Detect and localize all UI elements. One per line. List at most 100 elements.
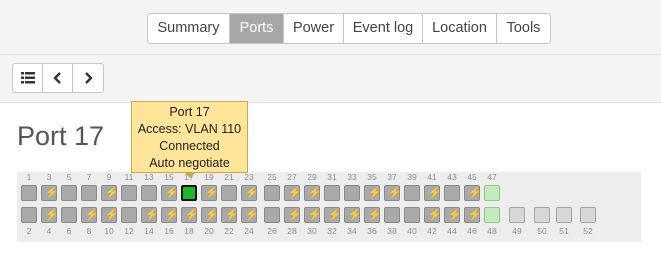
port-number-label: 36 — [367, 226, 377, 236]
port-16[interactable]: ⚡ — [161, 207, 179, 223]
port-3[interactable]: ⚡ — [41, 185, 59, 201]
port-31[interactable] — [324, 185, 340, 201]
poe-bolt-icon: ⚡ — [105, 209, 119, 221]
port-30[interactable]: ⚡ — [304, 207, 322, 223]
port-38[interactable] — [384, 207, 400, 223]
port-25[interactable] — [264, 185, 280, 201]
chevron-right-icon — [85, 72, 93, 84]
port-19[interactable]: ⚡ — [201, 185, 219, 201]
tab-location[interactable]: Location — [423, 14, 497, 43]
port-45[interactable]: ⚡ — [464, 185, 482, 201]
tab-summary[interactable]: Summary — [148, 14, 230, 43]
port-10[interactable]: ⚡ — [101, 207, 119, 223]
poe-bolt-icon: ⚡ — [45, 209, 59, 221]
port-39[interactable] — [404, 185, 420, 201]
port-20[interactable]: ⚡ — [201, 207, 219, 223]
tab-power[interactable]: Power — [284, 14, 344, 43]
port-50[interactable] — [534, 207, 550, 223]
port-4[interactable]: ⚡ — [41, 207, 59, 223]
port-32[interactable]: ⚡ — [324, 207, 342, 223]
port-15[interactable]: ⚡ — [161, 185, 179, 201]
tooltip-port-name: Port 17 — [169, 105, 210, 119]
port-40[interactable] — [404, 207, 420, 223]
tab-ports[interactable]: Ports — [230, 14, 284, 43]
port-number-label: 19 — [204, 172, 214, 182]
poe-bolt-icon: ⚡ — [185, 209, 199, 221]
port-29[interactable]: ⚡ — [304, 185, 322, 201]
port-22[interactable]: ⚡ — [221, 207, 239, 223]
port-17[interactable] — [181, 185, 197, 201]
port-2[interactable] — [21, 207, 37, 223]
port-26[interactable] — [264, 207, 280, 223]
poe-bolt-icon: ⚡ — [165, 209, 179, 221]
port-number-label: 16 — [164, 226, 174, 236]
port-8[interactable]: ⚡ — [81, 207, 99, 223]
port-47[interactable] — [484, 185, 500, 201]
port-33[interactable] — [344, 185, 360, 201]
port-number-label: 48 — [487, 226, 497, 236]
port-42[interactable]: ⚡ — [424, 207, 442, 223]
port-28[interactable]: ⚡ — [284, 207, 302, 223]
port-9[interactable]: ⚡ — [101, 185, 119, 201]
port-36[interactable]: ⚡ — [364, 207, 382, 223]
port-12[interactable] — [121, 207, 137, 223]
port-number-label: 20 — [204, 226, 214, 236]
port-number-label: 22 — [224, 226, 234, 236]
port-21[interactable] — [221, 185, 237, 201]
port-number-label: 11 — [124, 172, 134, 182]
tab-event-log[interactable]: Event log — [344, 14, 423, 43]
port-27[interactable]: ⚡ — [284, 185, 302, 201]
next-button[interactable] — [73, 64, 103, 92]
poe-bolt-icon: ⚡ — [288, 187, 302, 199]
port-51[interactable] — [556, 207, 572, 223]
port-44[interactable]: ⚡ — [444, 207, 462, 223]
port-14[interactable]: ⚡ — [141, 207, 159, 223]
port-37[interactable]: ⚡ — [384, 185, 402, 201]
port-41[interactable]: ⚡ — [424, 185, 442, 201]
port-34[interactable]: ⚡ — [344, 207, 362, 223]
port-number-label: 25 — [267, 172, 277, 182]
poe-bolt-icon: ⚡ — [288, 209, 302, 221]
chevron-left-icon — [52, 72, 61, 84]
port-number-label: 44 — [447, 226, 457, 236]
tab-tools[interactable]: Tools — [497, 14, 550, 43]
port-13[interactable] — [141, 185, 157, 201]
port-number-label: 46 — [467, 226, 477, 236]
port-number-label: 12 — [124, 226, 134, 236]
previous-button[interactable] — [43, 64, 73, 92]
port-46[interactable]: ⚡ — [464, 207, 482, 223]
poe-bolt-icon: ⚡ — [328, 209, 342, 221]
tooltip-speed: Auto negotiate — [149, 156, 230, 170]
poe-bolt-icon: ⚡ — [245, 187, 259, 199]
port-number-label: 13 — [144, 172, 154, 182]
port-number-label: 37 — [387, 172, 397, 182]
port-52[interactable] — [580, 207, 596, 223]
port-number-label: 27 — [287, 172, 297, 182]
port-1[interactable] — [21, 185, 37, 201]
port-7[interactable] — [81, 185, 97, 201]
poe-bolt-icon: ⚡ — [428, 187, 442, 199]
list-view-button[interactable] — [13, 64, 43, 92]
poe-bolt-icon: ⚡ — [85, 209, 99, 221]
port-number-label: 49 — [512, 226, 522, 236]
port-18[interactable]: ⚡ — [181, 207, 199, 223]
view-controls — [12, 63, 104, 93]
port-48[interactable] — [484, 207, 500, 223]
port-number-label: 21 — [224, 172, 234, 182]
port-number-label: 10 — [104, 226, 114, 236]
port-43[interactable] — [444, 185, 460, 201]
port-number-label: 1 — [26, 172, 32, 182]
port-number-label: 29 — [307, 172, 317, 182]
port-23[interactable]: ⚡ — [241, 185, 259, 201]
port-49[interactable] — [509, 207, 525, 223]
port-24[interactable]: ⚡ — [241, 207, 259, 223]
port-6[interactable] — [61, 207, 77, 223]
top-navigation-bar: Summary Ports Power Event log Location T… — [0, 0, 661, 55]
port-number-label: 43 — [447, 172, 457, 182]
port-5[interactable] — [61, 185, 77, 201]
port-35[interactable]: ⚡ — [364, 185, 382, 201]
port-number-label: 38 — [387, 226, 397, 236]
port-number-label: 7 — [86, 172, 92, 182]
poe-bolt-icon: ⚡ — [468, 187, 482, 199]
port-11[interactable] — [121, 185, 137, 201]
